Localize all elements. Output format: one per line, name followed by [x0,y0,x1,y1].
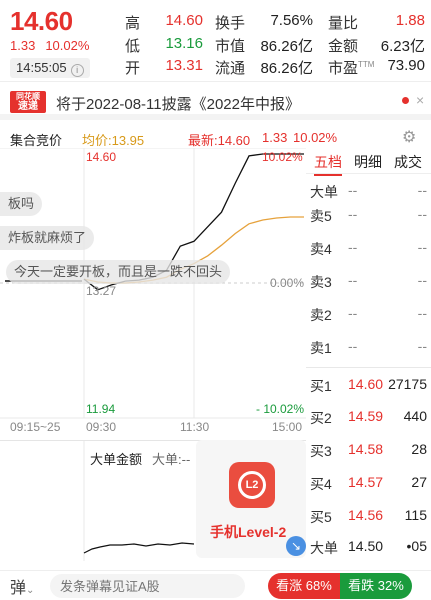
time-open: 09:30 [86,420,117,434]
bid-row[interactable]: 买2 14.59 440 [306,400,431,433]
info-icon[interactable]: i [70,64,84,77]
avg-price-label: 均价:13.95 [82,133,145,148]
bid-row[interactable]: 买5 14.56 115 [306,499,431,532]
current-price: 14.60 [10,6,73,36]
bearish-button[interactable]: 看跌 32% [340,573,412,599]
ask-row[interactable]: 卖1 -- -- [306,330,431,363]
stat-high: 高 14.60 [125,12,203,32]
order-book-tabs: 五档 明细 成交 [306,148,431,176]
ask-row[interactable]: 卖4 -- -- [306,231,431,264]
time-auction: 09:15~25 [10,420,61,434]
quote-time-text: 14:55:05 [16,60,67,75]
level2-logo-icon: L2 [229,462,275,508]
change-percent: 10.02% [45,38,90,53]
level2-text: 手机Level-2 [210,524,287,540]
stat-market-cap: 市值 86.26亿 [215,38,313,55]
tab-trades[interactable]: 成交 [394,152,422,172]
ask-row[interactable]: 卖2 -- -- [306,297,431,330]
intraday-chart[interactable]: 14.60 10.02% 13.27 0.00% 11.94 - 10.02% … [0,148,310,438]
danmaku-item: 板吗 [0,192,43,216]
chart-svg [0,148,306,419]
ask-row[interactable]: 卖5 -- -- [306,198,431,231]
order-book: 五档 明细 成交 大单 -- -- 卖5 -- -- 卖4 -- -- 卖3 -- -- 卖2-… [306,148,431,560]
big-order-bottom: 大单 14.50 •05 [310,538,427,556]
stat-turnover: 换手 7.56% [215,12,313,32]
latest-price-label: 最新:14.60 [188,133,251,148]
bullish-button[interactable]: 看涨 68% [268,573,340,599]
time-close: 15:00 [272,420,303,434]
chart-low-pct: - 10.02% [256,402,305,416]
stat-pe: 市盈TTM 73.90 [328,57,425,77]
news-logo: 同花顺 速递 [10,91,46,113]
chart-high-pct: 10.02% [262,150,303,164]
news-bar[interactable]: 同花顺 速递 将于2022-08-11披露《2022年中报》 × [0,86,431,120]
ask-row[interactable]: 卖3 -- -- [306,264,431,297]
bid-row[interactable]: 买4 14.57 27 [306,466,431,499]
bid-row[interactable]: 买1 14.60 27175 [306,367,431,400]
latest-change-label: 1.33 [262,130,288,145]
chart-mid-pct: 0.00% [270,276,305,290]
quote-time[interactable]: 14:55:05 i [10,58,90,78]
tab-five-levels[interactable]: 五档 [314,152,342,176]
stat-volume-ratio: 量比 1.88 [328,12,425,32]
gear-icon[interactable]: ⚙ [402,127,416,147]
quote-header: 14.60 1.33 10.02% 14:55:05 i 高 14.60 换手 7.56… [0,0,431,82]
pe-ttm-tag: TTM [358,60,375,69]
latest-pct-label: 10.02% [293,130,338,145]
chart-low-price: 11.94 [86,402,116,416]
stat-float-cap: 流通 86.26亿 [215,60,313,77]
tab-detail[interactable]: 明细 [354,152,382,172]
close-icon[interactable]: × [416,92,424,108]
big-order-amount-label: 大单金额 [90,452,143,467]
bid-row[interactable]: 买3 14.58 28 [306,433,431,466]
chart-mid-price: 13.27 [86,284,117,298]
time-mid: 11:30 [180,420,210,434]
arrow-down-icon[interactable]: ↘ [286,536,306,556]
big-order-value-label: 大单:-- [152,452,191,467]
unread-dot-icon [402,97,409,104]
danmaku-input[interactable] [50,574,245,598]
news-text[interactable]: 将于2022-08-11披露《2022年中报》 [56,93,300,114]
stat-amount: 金额 6.23亿 [328,38,425,55]
bottom-bar: 弹⌄ 看涨 68% 看跌 32% [0,570,431,600]
danmaku-item: 今天一定要开板，而且是一跌不回头 [6,260,231,284]
chart-high-price: 14.60 [86,150,117,164]
level2-promo[interactable]: L2 手机Level-2 ↘ [196,440,306,558]
auction-label[interactable]: 集合竞价 [10,130,62,149]
stat-low: 低 13.16 [125,35,203,55]
chart-header: 集合竞价 均价:13.95 最新:14.60 1.33 10.02% ⚙ [0,124,431,148]
danmaku-toggle-icon[interactable]: 弹⌄ [10,574,50,598]
change-value: 1.33 [10,38,36,53]
danmaku-item: 炸板就麻烦了 [0,226,95,250]
stat-open: 开 13.31 [125,57,203,77]
price-change: 1.33 10.02% [10,38,89,53]
